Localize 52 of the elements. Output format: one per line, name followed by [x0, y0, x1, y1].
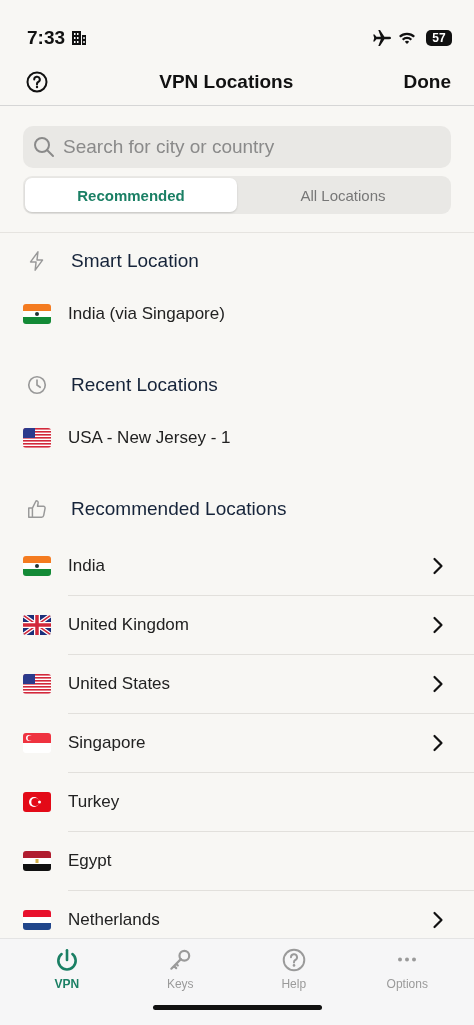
screen-title: VPN Locations: [158, 70, 295, 93]
location-row[interactable]: United States: [0, 654, 474, 713]
flag-icon: [23, 303, 51, 324]
segment-tab[interactable]: Recommended: [25, 178, 237, 212]
help-icon[interactable]: [25, 69, 49, 94]
more-icon: [396, 957, 419, 962]
location-name: United Kingdom: [68, 615, 190, 635]
search-icon: [33, 136, 55, 158]
flag-icon: [23, 427, 51, 448]
flag-icon: [23, 614, 51, 635]
battery-level: 57: [432, 32, 446, 44]
location-row[interactable]: Singapore: [0, 713, 474, 772]
location-row[interactable]: India: [0, 536, 474, 595]
tab-bar-item[interactable]: VPN: [10, 947, 124, 991]
flag-icon: [23, 673, 51, 694]
flag-icon: [23, 732, 51, 753]
location-row[interactable]: Egypt: [0, 831, 474, 890]
airplane-icon: [372, 29, 392, 47]
status-time: 7:33: [27, 27, 66, 49]
search-field[interactable]: Search for city or country: [23, 126, 451, 168]
location-name: Netherlands: [68, 910, 161, 930]
wifi-icon: [398, 31, 416, 45]
location-row[interactable]: Turkey: [0, 772, 474, 831]
help-icon: [280, 947, 307, 973]
clock-icon: [26, 374, 48, 396]
location-name: United States: [68, 674, 172, 694]
chevron-right-icon[interactable]: [432, 616, 444, 634]
chevron-right-icon[interactable]: [432, 675, 444, 693]
chevron-right-icon[interactable]: [432, 556, 444, 575]
location-row[interactable]: India (via Singapore): [0, 288, 474, 339]
chevron-right-icon[interactable]: [432, 911, 444, 929]
location-name: USA - New Jersey - 1: [68, 427, 232, 448]
segment-tab[interactable]: All Locations: [237, 178, 449, 212]
chevron-right-icon[interactable]: [432, 734, 444, 752]
thumbs-up-icon: [26, 498, 48, 520]
section-title: Smart Location: [71, 250, 199, 272]
location-name: India (via Singapore): [68, 303, 226, 324]
done-button[interactable]: Done: [403, 70, 451, 93]
flag-icon: [23, 909, 51, 930]
building-icon: [71, 30, 88, 46]
location-name: Singapore: [68, 733, 147, 753]
location-name: Egypt: [68, 851, 113, 871]
location-row[interactable]: USA - New Jersey - 1: [0, 412, 474, 463]
flag-icon: [23, 791, 51, 812]
flag-icon: [23, 555, 51, 576]
location-row[interactable]: United Kingdom: [0, 595, 474, 654]
flag-icon: [23, 850, 51, 871]
section-title: Recent Locations: [71, 374, 218, 396]
location-name: Turkey: [68, 792, 121, 812]
section-title: Recommended Locations: [71, 498, 287, 520]
search-input[interactable]: Search for city or country: [63, 136, 441, 158]
location-name: India: [68, 555, 106, 576]
